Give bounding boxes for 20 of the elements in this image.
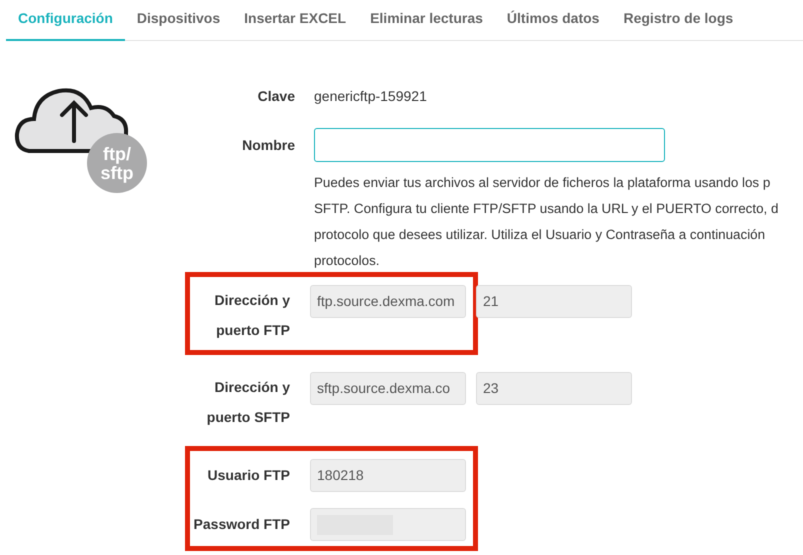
tab[interactable]: Registro de logs xyxy=(611,0,746,41)
field-label: Dirección y puerto FTP xyxy=(214,291,290,340)
readonly-field[interactable]: 180218 xyxy=(310,459,466,492)
password-field[interactable] xyxy=(310,508,466,541)
field-label: Password FTP xyxy=(192,515,290,534)
tab[interactable]: Dispositivos xyxy=(124,0,232,41)
tab[interactable]: Insertar EXCEL xyxy=(232,0,358,41)
readonly-field[interactable]: 23 xyxy=(476,372,632,405)
readonly-field[interactable]: 21 xyxy=(476,285,632,318)
help-text: Puedes enviar tus archivos al servidor de ficheros la plataforma usando los p SFTP. Configura tu cliente FTP/SFTP usando la URL y el PUERTO correcto, d protocolo que desees utilizar. Utiliza el Usuario y Contraseña a continuación protocolos. xyxy=(314,174,778,270)
field-value: genericftp-159921 xyxy=(314,87,427,106)
tab[interactable]: Últimos datos xyxy=(494,0,612,41)
field-label: Clave xyxy=(256,87,295,106)
field-label: Usuario FTP xyxy=(206,466,290,485)
readonly-field[interactable]: sftp.source.dexma.co xyxy=(310,372,466,405)
tab[interactable]: Eliminar lecturas xyxy=(358,0,495,41)
name-field[interactable] xyxy=(314,128,665,162)
readonly-field[interactable]: ftp.source.dexma.com xyxy=(310,285,466,318)
field-label: Nombre xyxy=(241,136,295,155)
field-label: Dirección y puerto SFTP xyxy=(206,378,290,427)
